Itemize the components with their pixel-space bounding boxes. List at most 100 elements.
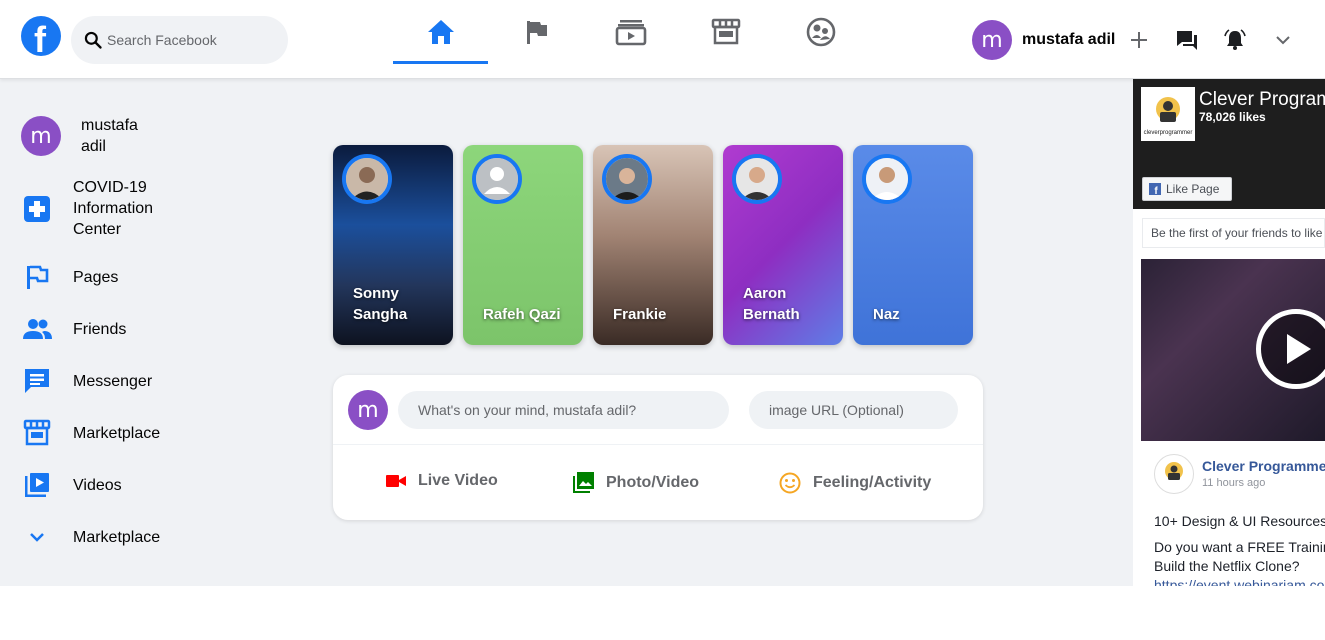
videocam-icon: [386, 475, 406, 487]
status-input[interactable]: [398, 391, 729, 429]
page-plugin-widget: cleverprogrammer Clever Programmer 78,02…: [1133, 79, 1325, 586]
covid-center-icon: [24, 195, 50, 222]
user-name: mustafa adil: [1022, 31, 1116, 48]
tab-watch[interactable]: [583, 0, 678, 64]
page-logo-icon: cleverprogrammer: [1144, 97, 1193, 136]
search-icon: [84, 31, 102, 49]
page-likes: 78,026 likes: [1199, 110, 1266, 124]
story-card[interactable]: Frankie: [593, 145, 713, 345]
like-page-button[interactable]: f Like Page: [1142, 177, 1232, 201]
sidebar-profile-name: mustafa adil: [81, 117, 138, 155]
story-name: Rafeh Qazi: [483, 306, 561, 323]
option-label: Feeling/Activity: [813, 474, 932, 491]
account-menu-button[interactable]: [1271, 28, 1295, 52]
sidebar-item-marketplace[interactable]: Marketplace: [21, 417, 160, 449]
sidebar-item-label: COVID-19 Information Center: [73, 179, 154, 238]
story-avatar: [472, 154, 522, 204]
sidebar-item-label: Messenger: [73, 372, 153, 390]
storefront-icon: [711, 18, 740, 45]
facebook-logo[interactable]: f: [21, 16, 61, 60]
tab-marketplace[interactable]: [678, 0, 773, 64]
friends-icon: [23, 319, 52, 339]
story-name: Aaron Bernath: [743, 285, 800, 323]
bottom-area: [0, 586, 1325, 640]
notifications-button[interactable]: [1223, 28, 1247, 52]
groups-icon: [806, 17, 835, 47]
post-author[interactable]: Clever Programmer: [1202, 458, 1325, 474]
page-logo-text: cleverprogrammer: [1144, 130, 1193, 136]
watch-icon: [615, 20, 646, 46]
story-avatar: [732, 154, 782, 204]
photo-video-button[interactable]: Photo/Video: [573, 472, 699, 493]
post-text-line: Do you want a FREE Training: [1154, 539, 1325, 555]
feeling-activity-button[interactable]: Feeling/Activity: [779, 472, 931, 494]
sidebar-item-label: Pages: [73, 268, 119, 286]
story-card[interactable]: Sonny Sangha: [333, 145, 453, 345]
page-logo[interactable]: cleverprogrammer: [1141, 87, 1195, 141]
bell-icon: [1224, 29, 1246, 50]
page-post: Clever Programmer 11 hours ago 10+ Desig…: [1141, 441, 1325, 586]
messages-button[interactable]: [1175, 28, 1199, 52]
create-button[interactable]: [1127, 28, 1151, 52]
sidebar-item-more[interactable]: Marketplace: [21, 521, 160, 553]
story-name: Sonny Sangha: [353, 285, 408, 323]
page-title[interactable]: Clever Programmer: [1199, 89, 1325, 111]
post-text-line: Build the Netflix Clone?: [1154, 558, 1300, 574]
search-input[interactable]: [107, 26, 277, 54]
search-bar[interactable]: [71, 16, 288, 64]
option-label: Photo/Video: [606, 473, 700, 491]
story-avatar: [342, 154, 392, 204]
story-name: Frankie: [613, 306, 667, 323]
sidebar-item-label: Videos: [73, 476, 122, 494]
option-label: Live Video: [418, 472, 498, 489]
post-time[interactable]: 11 hours ago: [1202, 477, 1265, 489]
page-logo-icon: [1165, 462, 1183, 480]
messenger-icon: [25, 369, 49, 393]
chevron-down-icon: [1276, 36, 1290, 45]
home-icon: [427, 20, 454, 44]
video-thumbnail[interactable]: [1141, 259, 1325, 441]
avatar: m: [348, 390, 388, 430]
profile-chip[interactable]: m mustafa adil: [972, 20, 1115, 60]
plus-icon: [1131, 32, 1147, 48]
play-button[interactable]: [1256, 309, 1325, 389]
avatar: m: [21, 116, 61, 156]
story-card[interactable]: Rafeh Qazi: [463, 145, 583, 345]
post-text-line: 10+ Design & UI Resources: [1154, 513, 1325, 529]
sidebar-item-videos[interactable]: Videos: [21, 469, 122, 501]
tab-groups[interactable]: [773, 0, 868, 64]
storefront-icon: [23, 419, 51, 446]
sidebar-item-messenger[interactable]: Messenger: [21, 365, 152, 397]
like-page-label: Like Page: [1166, 182, 1220, 196]
sidebar-profile[interactable]: m mustafa adil: [21, 115, 151, 157]
sidebar-item-pages[interactable]: Pages: [21, 261, 118, 293]
post-composer: m Live Video Photo/Video Feeling/Activit…: [333, 375, 983, 520]
story-card[interactable]: Naz: [853, 145, 973, 345]
live-video-button[interactable]: Live Video: [386, 472, 498, 490]
story-card[interactable]: Aaron Bernath: [723, 145, 843, 345]
play-icon: [1287, 334, 1311, 364]
sidebar-item-label: Marketplace: [73, 424, 161, 442]
chat-icon: [1177, 31, 1197, 50]
facebook-logo-letter: f: [34, 19, 46, 60]
flag-icon: [526, 21, 547, 44]
post-author-avatar[interactable]: [1154, 454, 1194, 494]
image-url-input[interactable]: [749, 391, 958, 429]
tab-pages[interactable]: [489, 0, 584, 64]
sidebar-item-covid[interactable]: COVID-19 Information Center: [21, 177, 173, 240]
photo-library-icon: [573, 472, 594, 493]
sidebar-item-friends[interactable]: Friends: [21, 313, 126, 345]
top-header: f m mustafa adil: [0, 0, 1325, 79]
page-cover: cleverprogrammer Clever Programmer 78,02…: [1133, 79, 1325, 209]
tab-home[interactable]: [393, 0, 488, 64]
post-link[interactable]: https://event.webinarjam.com: [1154, 577, 1325, 586]
facebook-square-icon: f: [1149, 183, 1161, 195]
sidebar-item-label: Marketplace: [73, 528, 161, 546]
chevron-down-icon: [30, 533, 44, 542]
story-name: Naz: [873, 306, 900, 323]
story-avatar: [862, 154, 912, 204]
flag-icon: [27, 265, 49, 289]
friends-like-text: Be the first of your friends to like thi…: [1142, 218, 1325, 248]
video-library-icon: [25, 473, 49, 497]
story-avatar: [602, 154, 652, 204]
